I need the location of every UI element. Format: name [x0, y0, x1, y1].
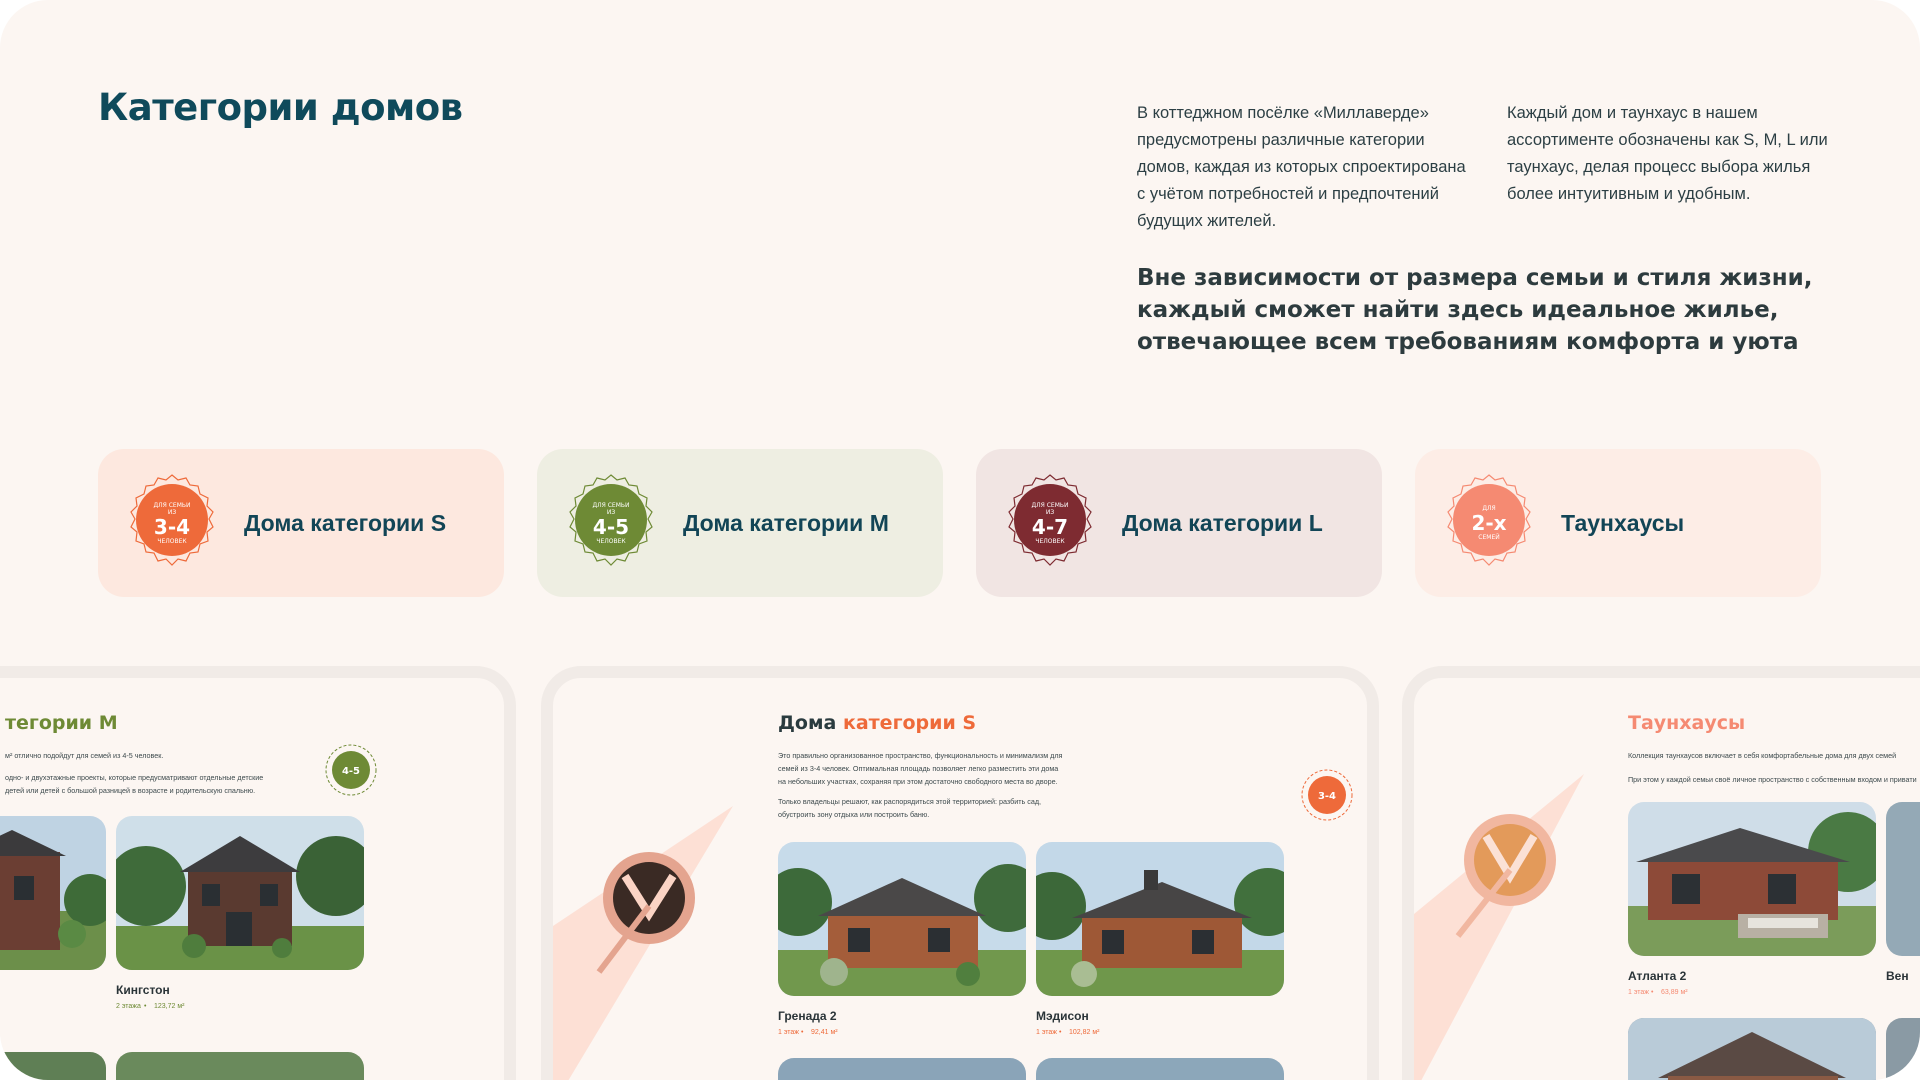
badge-number: 3-4 — [153, 514, 191, 539]
preview-title-s-accent: категории S — [842, 712, 977, 734]
intro-quote: Вне зависимости от размера семьи и стиля… — [1137, 265, 1813, 355]
category-label-townhouse: Таунхаусы — [1561, 509, 1685, 536]
preview-title-m: тегории M — [5, 712, 118, 734]
preview-desc-s-5: обустроить зону отдыха или построить бан… — [778, 810, 930, 819]
category-card-m[interactable]: ДЛЯ СЕМЬИ ИЗ 4-5 ЧЕЛОВЕК Дома категории … — [537, 449, 943, 597]
intro-paragraph-left: В коттеджном посёлке «Миллаверде» предус… — [1137, 104, 1466, 230]
house-image-townhouse-3[interactable] — [1628, 1018, 1876, 1080]
preview-title-s: Дома категории S — [778, 712, 976, 734]
family-logo-icon — [596, 852, 695, 974]
house-floors-grenada: 1 этаж — [778, 1029, 799, 1036]
badge-bottom-text: СЕМЕЙ — [1478, 534, 1500, 541]
svg-text:4-5: 4-5 — [342, 766, 360, 777]
preview-card-townhouse[interactable]: Таунхаусы Коллекция таунхаусов включает … — [1402, 666, 1920, 1080]
category-label-l: Дома категории L — [1122, 509, 1323, 536]
category-badge-m: ДЛЯ СЕМЬИ ИЗ 4-5 ЧЕЛОВЕК — [559, 471, 663, 575]
badge-top-text: ДЛЯ СЕМЬИ ИЗ — [592, 501, 630, 516]
category-badge-l: ДЛЯ СЕМЬИ ИЗ 4-7 ЧЕЛОВЕК — [998, 471, 1102, 575]
category-label-s: Дома категории S — [244, 509, 447, 536]
house-floors-kingston: 2 этажа — [116, 1003, 141, 1010]
house-image-townhouse-4[interactable] — [1886, 1018, 1920, 1080]
preview-desc-m-3: детей или детей с большой разницей в воз… — [5, 786, 256, 795]
house-image-m-1[interactable] — [0, 816, 106, 970]
house-dot-separator: • — [1059, 1029, 1062, 1036]
category-badge-townhouse: ДЛЯ 2-х СЕМЕЙ — [1437, 471, 1541, 575]
category-badge-s: ДЛЯ СЕМЬИ ИЗ 3-4 ЧЕЛОВЕК — [120, 471, 224, 575]
category-card-s[interactable]: ДЛЯ СЕМЬИ ИЗ 3-4 ЧЕЛОВЕК Дома категории … — [98, 449, 504, 597]
badge-top-text: ДЛЯ СЕМЬИ ИЗ — [153, 501, 191, 516]
page-title: Категории домов — [98, 86, 463, 129]
badge-bottom-text: ЧЕЛОВЕК — [1035, 537, 1065, 545]
preview-desc-townhouse-1: Коллекция таунхаусов включает в себя ком… — [1628, 751, 1897, 760]
house-image-s-4[interactable] — [1036, 1058, 1284, 1080]
house-name-kingston: Кингстон — [116, 983, 170, 997]
house-dot-separator: • — [801, 1029, 804, 1036]
badge-top-text: ДЛЯ СЕМЬИ ИЗ — [1031, 501, 1069, 516]
house-name-grenada: Гренада 2 — [778, 1009, 837, 1023]
house-name-atlanta: Атланта 2 — [1628, 969, 1687, 983]
house-area-atlanta: 63,89 м² — [1661, 989, 1688, 996]
preview-card-s[interactable]: Дома категории S Это правильно организов… — [541, 666, 1379, 1080]
preview-desc-m-2: одно- и двухэтажные проекты, которые пре… — [5, 773, 264, 782]
house-image-m-3[interactable] — [0, 1052, 106, 1080]
preview-desc-s-1: Это правильно организованное пространств… — [778, 751, 1063, 760]
family-logo-icon — [1455, 814, 1556, 938]
preview-title-s-prefix: Дома — [778, 712, 837, 734]
svg-text:3-4: 3-4 — [1318, 791, 1336, 802]
preview-desc-s-3: на небольших участках, сохраняя при этом… — [778, 777, 1058, 786]
intro-paragraph-right: Каждый дом и таунхаус в нашем ассортимен… — [1507, 104, 1828, 203]
preview-badge-s: 3-4 — [1301, 769, 1353, 821]
preview-desc-s-2: семей из 3-4 человек. Оптимальная площад… — [778, 764, 1059, 773]
house-image-s-3[interactable] — [778, 1058, 1026, 1080]
house-image-m-4[interactable] — [116, 1052, 364, 1080]
house-area-kingston: 123,72 м² — [154, 1003, 185, 1010]
preview-desc-m-1: м² отлично подойдут для семей из 4-5 чел… — [5, 751, 164, 760]
badge-number: 4-7 — [1031, 514, 1069, 539]
house-name-madison: Мэдисон — [1036, 1009, 1089, 1023]
house-image-atlanta[interactable] — [1628, 802, 1876, 956]
house-image-townhouse-2[interactable] — [1886, 802, 1920, 956]
category-card-townhouse[interactable]: ДЛЯ 2-х СЕМЕЙ Таунхаусы — [1415, 449, 1821, 597]
house-area-grenada: 92,41 м² — [811, 1029, 838, 1036]
house-dot-separator: • — [1651, 989, 1654, 996]
house-name-townhouse-2: Вен — [1886, 969, 1909, 983]
category-card-l[interactable]: ДЛЯ СЕМЬИ ИЗ 4-7 ЧЕЛОВЕК Дома категории … — [976, 449, 1382, 597]
house-image-grenada[interactable] — [778, 842, 1026, 996]
page: Категории домов В коттеджном посёлке «Ми… — [0, 0, 1920, 1080]
preview-badge-m: 4-5 — [325, 744, 377, 796]
house-dot-separator: • — [144, 1003, 147, 1010]
badge-number: 4-5 — [592, 514, 630, 539]
house-floors-madison: 1 этаж — [1036, 1029, 1057, 1036]
preview-desc-townhouse-2: При этом у каждой семьи своё личное прос… — [1628, 775, 1917, 784]
badge-number: 2-х — [1471, 511, 1507, 535]
preview-card-m[interactable]: тегории M м² отлично подойдут для семей … — [0, 666, 516, 1080]
house-area-madison: 102,82 м² — [1069, 1029, 1100, 1036]
house-image-kingston[interactable] — [116, 816, 364, 970]
category-label-m: Дома категории M — [683, 509, 889, 536]
badge-bottom-text: ЧЕЛОВЕК — [596, 537, 626, 545]
preview-title-townhouse: Таунхаусы — [1628, 712, 1746, 734]
badge-bottom-text: ЧЕЛОВЕК — [157, 537, 187, 545]
house-floors-atlanta: 1 этаж — [1628, 989, 1649, 996]
preview-desc-s-4: Только владельцы решают, как распорядить… — [778, 797, 1042, 806]
house-image-madison[interactable] — [1036, 842, 1284, 996]
